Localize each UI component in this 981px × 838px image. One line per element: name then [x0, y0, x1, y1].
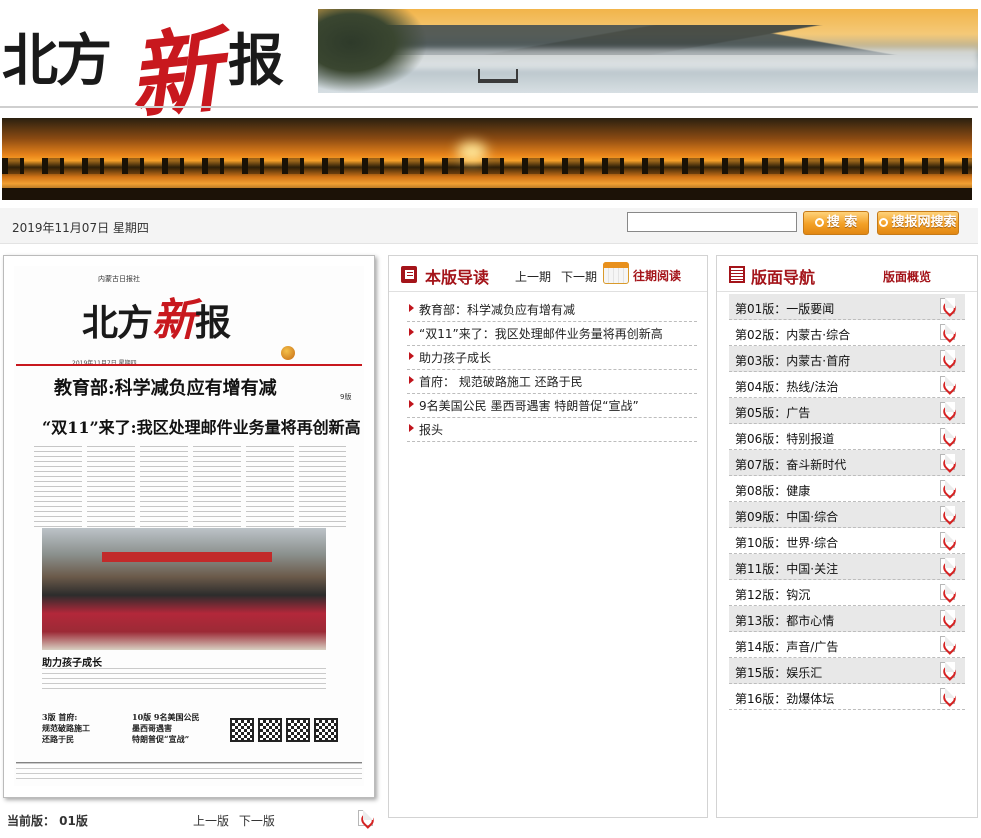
- nav-page-item[interactable]: 第08版：健康: [729, 476, 965, 502]
- nav-header: 版面导航 版面概览: [717, 256, 977, 292]
- nav-page-item[interactable]: 第06版：特别报道: [729, 424, 965, 450]
- pdf-icon[interactable]: [940, 428, 955, 444]
- pdf-icon[interactable]: [940, 350, 955, 366]
- pdf-icon[interactable]: [940, 532, 955, 548]
- paper-page-ref: 9版: [340, 393, 352, 401]
- pdf-icon[interactable]: [940, 298, 955, 314]
- page-nav-panel: 版面导航 版面概览 第01版：一版要闻 第02版：内蒙古·综合 第03版：内蒙古…: [716, 255, 978, 818]
- pdf-icon[interactable]: [940, 454, 955, 470]
- nav-page-item[interactable]: 第14版：声音/广告: [729, 632, 965, 658]
- page-nav-list: 第01版：一版要闻 第02版：内蒙古·综合 第03版：内蒙古·首府 第04版：热…: [729, 294, 965, 710]
- site-header: 北方 新 报: [0, 0, 981, 132]
- pdf-icon[interactable]: [940, 610, 955, 626]
- site-logo[interactable]: 北方 新 报: [0, 0, 310, 132]
- pdf-icon[interactable]: [940, 506, 955, 522]
- current-date: 2019年11月07日 星期四: [12, 221, 149, 235]
- paper-teaser-left[interactable]: 3版 首府: 规范破路施工 还路于民: [42, 712, 90, 745]
- guide-title: 本版导读: [425, 268, 490, 287]
- nav-page-item[interactable]: 第03版：内蒙古·首府: [729, 346, 965, 372]
- search-icon: [879, 218, 889, 227]
- qr-code-icon: [258, 718, 282, 742]
- article-list-icon: [401, 266, 417, 283]
- paper-headline-2[interactable]: “双11”来了:我区处理邮件业务量将再创新高: [42, 414, 361, 438]
- paper-photo-caption[interactable]: 助力孩子成长: [42, 654, 102, 669]
- toolbar: 2019年11月07日 星期四 搜 索 搜报网搜索: [0, 208, 978, 244]
- pdf-icon[interactable]: [940, 402, 955, 418]
- past-reading-link[interactable]: 往期阅读: [633, 267, 681, 284]
- header-divider: [0, 106, 978, 108]
- current-page-label: 当前版： 01版: [7, 814, 88, 828]
- guide-panel: 本版导读 上一期 下一期 往期阅读 教育部：科学减负应有增有减 “双11”来了：…: [388, 255, 708, 818]
- search-input[interactable]: [627, 212, 797, 232]
- qr-code-icon: [230, 718, 254, 742]
- pdf-icon[interactable]: [940, 688, 955, 704]
- nav-page-item[interactable]: 第16版：劲爆体坛: [729, 684, 965, 710]
- guide-item[interactable]: 教育部：科学减负应有增有减: [407, 298, 697, 322]
- header-lake-photo: [318, 9, 978, 93]
- net-search-button[interactable]: 搜报网搜索: [877, 211, 959, 235]
- masthead-subtitle: 内蒙古日报社: [98, 275, 140, 283]
- pdf-icon[interactable]: [940, 662, 955, 678]
- masthead: 北方新报: [82, 295, 231, 346]
- pdf-icon[interactable]: [940, 584, 955, 600]
- paper-footer: [16, 762, 362, 782]
- sunset-banner-photo: [2, 118, 972, 200]
- logo-text-beifang: 北方: [2, 29, 112, 94]
- page-overview-link[interactable]: 版面概览: [883, 268, 931, 285]
- nav-page-item[interactable]: 第10版：世界·综合: [729, 528, 965, 554]
- calendar-icon[interactable]: [603, 262, 629, 284]
- nav-page-item[interactable]: 第07版：奋斗新时代: [729, 450, 965, 476]
- nav-page-item[interactable]: 第12版：钩沉: [729, 580, 965, 606]
- prev-page-link[interactable]: 上一版: [193, 814, 229, 828]
- page-list-icon: [729, 266, 745, 283]
- guide-item[interactable]: “双11”来了：我区处理邮件业务量将再创新高: [407, 322, 697, 346]
- globe-icon: [281, 346, 295, 360]
- paper-headline-1[interactable]: 教育部:科学减负应有增有减: [54, 374, 277, 400]
- nav-page-item[interactable]: 第01版：一版要闻: [729, 294, 965, 320]
- search-icon: [814, 218, 824, 227]
- logo-text-bao: 报: [228, 29, 284, 94]
- nav-page-item[interactable]: 第11版：中国·关注: [729, 554, 965, 580]
- prev-issue-link[interactable]: 上一期: [515, 268, 551, 285]
- paper-body-text: [34, 446, 346, 528]
- current-page-bar: 当前版： 01版 上一版 下一版: [3, 806, 375, 830]
- nav-page-item[interactable]: 第13版：都市心情: [729, 606, 965, 632]
- nav-page-item[interactable]: 第09版：中国·综合: [729, 502, 965, 528]
- paper-rule: [16, 364, 362, 366]
- logo-text-xin: 新: [123, 15, 227, 133]
- pdf-icon[interactable]: [940, 376, 955, 392]
- pdf-icon[interactable]: [940, 324, 955, 340]
- paper-teaser-right[interactable]: 10版 9名美国公民 墨西哥遇害 特朗普促“宣战”: [132, 712, 199, 745]
- nav-page-item[interactable]: 第02版：内蒙古·综合: [729, 320, 965, 346]
- pdf-icon[interactable]: [940, 636, 955, 652]
- guide-header: 本版导读 上一期 下一期 往期阅读: [389, 256, 707, 292]
- nav-page-item[interactable]: 第15版：娱乐汇: [729, 658, 965, 684]
- guide-item[interactable]: 9名美国公民 墨西哥遇害 特朗普促“宣战”: [407, 394, 697, 418]
- guide-item[interactable]: 报头: [407, 418, 697, 442]
- page-pager: 上一版 下一版: [193, 812, 281, 829]
- qr-code-icon: [286, 718, 310, 742]
- guide-item[interactable]: 助力孩子成长: [407, 346, 697, 370]
- guide-item[interactable]: 首府： 规范破路施工 还路于民: [407, 370, 697, 394]
- pdf-icon[interactable]: [940, 558, 955, 574]
- newspaper-page-image[interactable]: 内蒙古日报社 北方新报 2019年11月7日 星期四 教育部:科学减负应有增有减…: [14, 266, 364, 786]
- nav-title: 版面导航: [751, 268, 816, 287]
- guide-article-list: 教育部：科学减负应有增有减 “双11”来了：我区处理邮件业务量将再创新高 助力孩…: [407, 298, 697, 442]
- search-button[interactable]: 搜 索: [803, 211, 869, 235]
- nav-page-item[interactable]: 第04版：热线/法治: [729, 372, 965, 398]
- nav-page-item[interactable]: 第05版：广告: [729, 398, 965, 424]
- pdf-icon[interactable]: [940, 480, 955, 496]
- next-issue-link[interactable]: 下一期: [561, 268, 597, 285]
- page-preview[interactable]: 内蒙古日报社 北方新报 2019年11月7日 星期四 教育部:科学减负应有增有减…: [3, 255, 375, 798]
- qr-code-icon: [314, 718, 338, 742]
- paper-group-photo[interactable]: [42, 528, 326, 650]
- paper-caption-text: [42, 668, 326, 690]
- next-page-link[interactable]: 下一版: [239, 814, 275, 828]
- pdf-icon[interactable]: [358, 810, 373, 826]
